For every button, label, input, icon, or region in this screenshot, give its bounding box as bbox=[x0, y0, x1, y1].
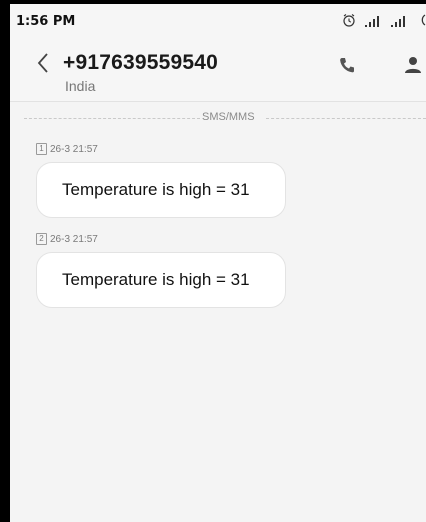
message-text: Temperature is high = 31 bbox=[62, 180, 250, 199]
contact-location: India bbox=[65, 78, 96, 94]
sim-badge: 2 bbox=[36, 233, 47, 245]
message-timestamp: 26-3 21:57 bbox=[50, 143, 98, 155]
message-meta: 1 26-3 21:57 bbox=[36, 143, 98, 155]
status-icons bbox=[342, 13, 426, 32]
contact-number: +917639559540 bbox=[63, 51, 219, 74]
section-divider: SMS/MMS bbox=[10, 110, 426, 126]
divider-line bbox=[24, 118, 200, 119]
phone-screen: 1:56 PM +917639559540 India SMS/MMS 1 26… bbox=[10, 4, 426, 522]
divider-line bbox=[266, 118, 426, 119]
status-time: 1:56 PM bbox=[16, 14, 76, 29]
alarm-icon bbox=[342, 13, 356, 32]
screen-border bbox=[0, 0, 10, 522]
chevron-left-icon bbox=[36, 52, 50, 79]
message-bubble[interactable]: Temperature is high = 31 bbox=[36, 162, 286, 218]
conversation-header: +917639559540 India bbox=[10, 38, 426, 102]
header-divider bbox=[10, 101, 426, 102]
signal-icon bbox=[390, 14, 408, 32]
battery-icon bbox=[416, 13, 426, 32]
status-bar: 1:56 PM bbox=[10, 4, 426, 38]
section-label: SMS/MMS bbox=[202, 111, 255, 123]
message-meta: 2 26-3 21:57 bbox=[36, 233, 98, 245]
phone-icon bbox=[338, 56, 356, 79]
message-timestamp: 26-3 21:57 bbox=[50, 233, 98, 245]
message-bubble[interactable]: Temperature is high = 31 bbox=[36, 252, 286, 308]
back-button[interactable] bbox=[28, 50, 58, 80]
contact-button[interactable] bbox=[396, 50, 426, 84]
sim-badge: 1 bbox=[36, 143, 47, 155]
person-icon bbox=[404, 56, 422, 79]
message-text: Temperature is high = 31 bbox=[62, 270, 250, 289]
signal-icon bbox=[364, 14, 382, 32]
call-button[interactable] bbox=[330, 50, 364, 84]
